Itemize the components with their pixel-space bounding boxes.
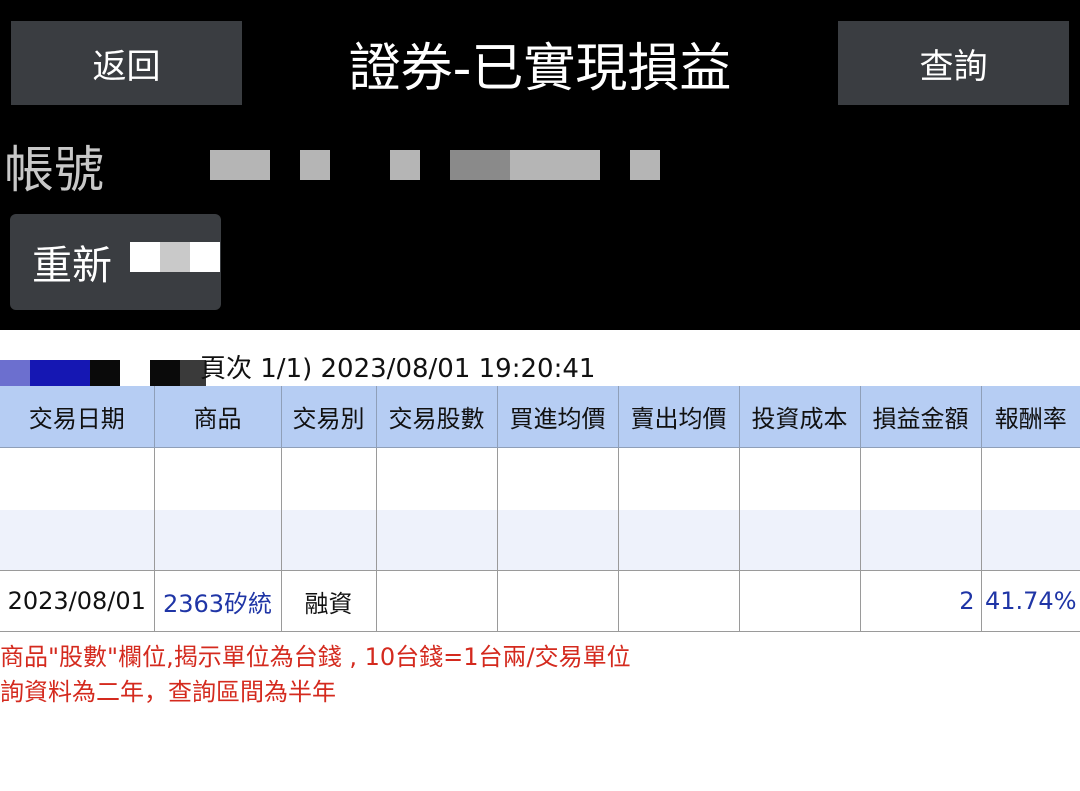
col-header-shares[interactable]: 交易股數 [375,386,497,448]
col-header-product[interactable]: 商品 [153,386,281,448]
col-header-type[interactable]: 交易別 [280,386,376,448]
page-info-text: 頁次 1/1) 2023/08/01 19:20:41 [200,354,596,384]
col-header-cost[interactable]: 投資成本 [738,386,860,448]
cell-buy-avg [496,570,618,632]
table-row[interactable]: 2023/08/01 2363矽統 融資 2 41.74% [0,570,1080,632]
note-line: 詢資料為二年，查詢區間為半年 [0,678,336,706]
account-label: 帳號 [4,141,104,199]
cell-shares [375,570,497,632]
note-line: 商品"股數"欄位,揭示單位為台錢 , 10台錢=1台兩/交易單位 [0,643,631,671]
realized-pl-table: 交易日期 商品 交易別 交易股數 買進均價 賣出均價 投資成本 損益金額 報酬率… [0,386,1080,632]
cell-product-link[interactable]: 2363矽統 [153,570,281,632]
page-title: 證券-已實現損益 [348,38,732,99]
notes: 商品"股數"欄位,揭示單位為台錢 , 10台錢=1台兩/交易單位 詢資料為二年，… [0,640,631,710]
col-header-return[interactable]: 報酬率 [980,386,1080,448]
back-button-label: 返回 [92,46,161,87]
refresh-button[interactable]: 重新 [10,214,221,310]
back-button[interactable]: 返回 [11,21,242,105]
table-header-row: 交易日期 商品 交易別 交易股數 買進均價 賣出均價 投資成本 損益金額 報酬率 [0,386,1080,448]
cell-trade-type: 融資 [280,570,376,632]
col-header-sell-avg[interactable]: 賣出均價 [617,386,739,448]
query-button-label: 查詢 [919,46,988,87]
col-header-buy-avg[interactable]: 買進均價 [496,386,618,448]
table-row-blank [0,510,1080,571]
col-header-pl[interactable]: 損益金額 [859,386,981,448]
cell-pl-amount: 2 [859,570,981,632]
cell-return-rate: 41.74% [980,570,1080,632]
refresh-button-label: 重新 [32,243,112,289]
col-header-date[interactable]: 交易日期 [0,386,154,448]
cell-cost [738,570,860,632]
cell-sell-avg [617,570,739,632]
table-row-blank [0,447,1080,510]
query-button[interactable]: 查詢 [838,21,1069,105]
cell-date: 2023/08/01 [0,570,154,632]
